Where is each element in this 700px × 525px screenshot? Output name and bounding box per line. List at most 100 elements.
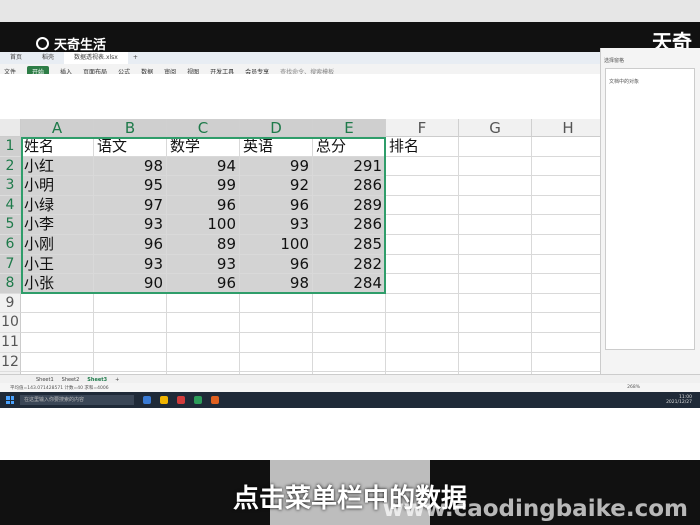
cell-c5[interactable]: 100 [167, 215, 240, 235]
cell-b3[interactable]: 95 [94, 176, 167, 196]
cell-g2[interactable] [459, 156, 532, 177]
tab-workbook[interactable]: 数据透视表.xlsx [64, 52, 128, 64]
cell-e9[interactable] [313, 293, 386, 314]
cell-h12[interactable] [532, 353, 600, 373]
cell-b9[interactable] [94, 293, 167, 314]
cell-h11[interactable] [532, 333, 600, 353]
cell-a3[interactable]: 小明 [21, 176, 94, 196]
cell-c8[interactable]: 96 [167, 274, 240, 294]
cell-h6[interactable] [532, 235, 600, 255]
cell-f7[interactable] [386, 254, 459, 275]
cell-h9[interactable] [532, 294, 600, 314]
row-header-11[interactable]: 11 [0, 333, 21, 353]
cell-b5[interactable]: 93 [94, 215, 167, 235]
app-icon[interactable] [211, 396, 219, 404]
cell-b10[interactable] [94, 313, 167, 333]
cell-d6[interactable]: 100 [240, 235, 313, 255]
cell-d3[interactable]: 92 [240, 176, 313, 196]
column-header-g[interactable]: G [459, 119, 532, 137]
cell-c2[interactable]: 94 [167, 156, 240, 177]
sheet-tab-1[interactable]: Sheet1 [36, 377, 54, 383]
cell-f1[interactable]: 排名 [386, 137, 459, 157]
cell-a9[interactable] [21, 293, 94, 314]
cell-e5[interactable]: 286 [313, 215, 386, 235]
cell-c11[interactable] [167, 333, 240, 353]
cell-b2[interactable]: 98 [94, 156, 167, 177]
row-header-2[interactable]: 2 [0, 156, 21, 177]
wps-icon[interactable] [177, 396, 185, 404]
row-header-6[interactable]: 6 [0, 235, 21, 255]
cell-e11[interactable] [313, 333, 386, 353]
folder-icon[interactable] [160, 396, 168, 404]
cell-c6[interactable]: 89 [167, 235, 240, 255]
cell-h7[interactable] [532, 255, 600, 275]
cell-d9[interactable] [240, 293, 313, 314]
cell-b7[interactable]: 93 [94, 254, 167, 275]
cell-g5[interactable] [459, 215, 532, 235]
cell-f12[interactable] [386, 352, 459, 373]
cell-g6[interactable] [459, 235, 532, 255]
cell-c3[interactable]: 99 [167, 176, 240, 196]
cell-f6[interactable] [386, 235, 459, 255]
cell-c9[interactable] [167, 293, 240, 314]
cell-h1[interactable] [532, 137, 600, 157]
cell-d12[interactable] [240, 352, 313, 373]
cell-c4[interactable]: 96 [167, 195, 240, 216]
cell-c12[interactable] [167, 352, 240, 373]
cell-g8[interactable] [459, 274, 532, 294]
cell-d7[interactable]: 96 [240, 254, 313, 275]
cell-e4[interactable]: 289 [313, 195, 386, 216]
cell-a2[interactable]: 小红 [21, 156, 94, 177]
cell-b4[interactable]: 97 [94, 195, 167, 216]
cell-h8[interactable] [532, 274, 600, 294]
cell-d4[interactable]: 96 [240, 195, 313, 216]
cell-d10[interactable] [240, 313, 313, 333]
cell-c7[interactable]: 93 [167, 254, 240, 275]
cell-f4[interactable] [386, 195, 459, 216]
cell-f10[interactable] [386, 313, 459, 333]
wechat-icon[interactable] [194, 396, 202, 404]
cell-a4[interactable]: 小绿 [21, 195, 94, 216]
cell-a8[interactable]: 小张 [21, 274, 94, 294]
cell-e1[interactable]: 总分 [313, 137, 386, 157]
tab-home[interactable]: 首页 [0, 52, 32, 64]
column-header-a[interactable]: A [21, 119, 94, 137]
row-header-3[interactable]: 3 [0, 176, 21, 196]
cell-g3[interactable] [459, 176, 532, 196]
cell-a10[interactable] [21, 313, 94, 333]
windows-start-icon[interactable] [6, 396, 14, 404]
cell-b8[interactable]: 90 [94, 274, 167, 294]
row-header-4[interactable]: 4 [0, 195, 21, 216]
cell-e3[interactable]: 286 [313, 176, 386, 196]
new-tab-button[interactable]: + [128, 52, 143, 64]
cell-d5[interactable]: 93 [240, 215, 313, 235]
tab-daoke[interactable]: 稻壳 [32, 52, 64, 64]
zoom-level[interactable]: 268% [627, 385, 640, 390]
row-header-1[interactable]: 1 [0, 137, 21, 157]
cell-f5[interactable] [386, 215, 459, 235]
cell-a1[interactable]: 姓名 [21, 137, 94, 157]
column-header-b[interactable]: B [94, 119, 167, 137]
cell-g12[interactable] [459, 352, 532, 373]
edge-icon[interactable] [143, 396, 151, 404]
cell-d1[interactable]: 英语 [240, 137, 313, 157]
sheet-tab-3[interactable]: Sheet3 [87, 377, 107, 383]
cell-e10[interactable] [313, 313, 386, 333]
cell-f9[interactable] [386, 293, 459, 314]
column-header-c[interactable]: C [167, 119, 240, 137]
cell-b1[interactable]: 语文 [94, 137, 167, 157]
cell-g7[interactable] [459, 254, 532, 275]
row-header-9[interactable]: 9 [0, 293, 21, 314]
row-header-7[interactable]: 7 [0, 254, 21, 275]
cell-f3[interactable] [386, 176, 459, 196]
cell-a11[interactable] [21, 333, 94, 353]
row-header-5[interactable]: 5 [0, 215, 21, 235]
cell-a12[interactable] [21, 352, 94, 373]
select-all-corner[interactable] [0, 119, 21, 137]
cell-b12[interactable] [94, 352, 167, 373]
cell-f8[interactable] [386, 274, 459, 294]
cell-d11[interactable] [240, 333, 313, 353]
cell-g11[interactable] [459, 333, 532, 353]
row-header-10[interactable]: 10 [0, 313, 21, 333]
cell-h3[interactable] [532, 176, 600, 196]
